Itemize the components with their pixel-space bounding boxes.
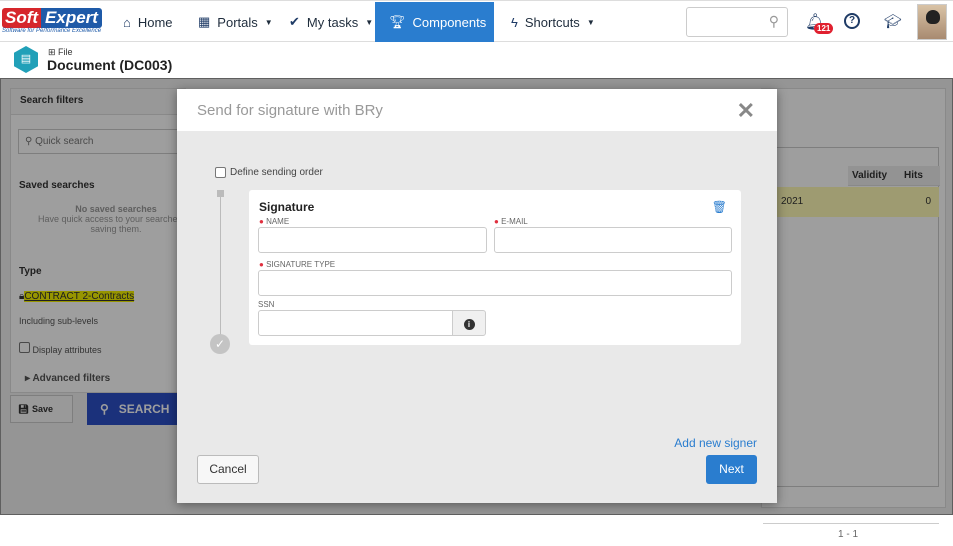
help-icon[interactable]: ?: [844, 13, 860, 29]
name-input[interactable]: [258, 227, 487, 253]
graduation-cap-icon[interactable]: 🎓︎: [884, 13, 902, 30]
dialog-title: Send for signature with BRy: [177, 89, 777, 131]
next-button[interactable]: Next: [706, 455, 757, 484]
label-text: E-MAIL: [501, 217, 528, 226]
bolt-icon: ϟ: [511, 14, 518, 30]
label-text: NAME: [266, 217, 290, 226]
ssn-info-button[interactable]: i: [452, 310, 486, 336]
check-circle-icon: ✓: [210, 334, 230, 354]
nav-label: Portals: [217, 14, 258, 30]
page-header: ▤ ⊞ File Document (DC003): [0, 42, 953, 78]
nav-label: Home: [137, 14, 173, 30]
email-input[interactable]: [494, 227, 732, 253]
nav-home[interactable]: ⌂ Home: [123, 2, 173, 42]
pagination: 1 - 1: [763, 523, 939, 546]
caret-down-icon: ▼: [264, 17, 273, 27]
email-label: ● E-MAIL: [494, 217, 528, 226]
logo-tagline: Software for Performance Excellence: [2, 28, 102, 34]
label-text: SIGNATURE TYPE: [266, 260, 336, 269]
card-title: Signature: [259, 200, 315, 214]
timeline-start: [217, 190, 224, 197]
name-label: ● NAME: [259, 217, 290, 226]
caret-down-icon: ▼: [586, 17, 595, 27]
signer-card: Signature 🗑︎ ● NAME ● E-MAIL ● SIGNATURE…: [249, 190, 741, 345]
caret-down-icon: ▼: [365, 17, 374, 27]
timeline-line: [220, 197, 221, 337]
logo-word: Expert: [41, 8, 102, 28]
nav-label: Shortcuts: [524, 14, 580, 30]
add-new-signer-link[interactable]: Add new signer: [674, 436, 757, 450]
user-avatar[interactable]: [917, 4, 947, 40]
checkbox[interactable]: [215, 167, 226, 178]
top-navbar: Soft Expert Software for Performance Exce…: [0, 0, 953, 42]
send-for-signature-dialog: Send for signature with BRy ✕ Define sen…: [177, 89, 777, 503]
nav-components[interactable]: 🏆︎ Components ▼: [375, 2, 501, 42]
nav-label: Components: [412, 14, 487, 30]
breadcrumb-parent[interactable]: File: [58, 47, 73, 57]
softexpert-logo[interactable]: Soft Expert Software for Performance Exce…: [2, 8, 106, 36]
close-icon[interactable]: ✕: [737, 98, 755, 124]
checkbox-label: Define sending order: [230, 167, 323, 178]
search-icon: ⚲: [768, 13, 779, 29]
nav-label: My tasks: [306, 14, 359, 30]
check-icon: ✔: [289, 14, 300, 29]
document-icon: ▤: [14, 46, 38, 73]
home-icon: ⌂: [123, 14, 131, 30]
caret-down-icon: ▼: [493, 17, 502, 27]
cancel-button[interactable]: Cancel: [197, 455, 259, 484]
trash-icon[interactable]: 🗑︎: [712, 200, 727, 214]
signature-type-label: ● SIGNATURE TYPE: [259, 260, 336, 269]
nav-my-tasks[interactable]: ✔ My tasks ▼: [289, 2, 373, 42]
global-search-input[interactable]: ⚲: [686, 7, 788, 37]
ssn-input[interactable]: [258, 310, 453, 336]
grid-icon: ▦: [198, 14, 211, 29]
nav-shortcuts[interactable]: ϟ Shortcuts ▼: [511, 2, 595, 42]
nav-portals[interactable]: ▦ Portals ▼: [198, 2, 273, 42]
ssn-label: SSN: [258, 300, 275, 309]
logo-word: Soft: [2, 8, 42, 28]
page-range: 1 - 1: [838, 529, 859, 540]
signature-type-select[interactable]: [258, 270, 732, 296]
define-sending-order-checkbox[interactable]: Define sending order: [215, 167, 323, 178]
page-title: Document (DC003): [47, 57, 173, 73]
trophy-icon: 🏆︎: [389, 14, 406, 29]
info-icon: i: [463, 319, 475, 330]
notification-badge: 121: [814, 23, 834, 34]
